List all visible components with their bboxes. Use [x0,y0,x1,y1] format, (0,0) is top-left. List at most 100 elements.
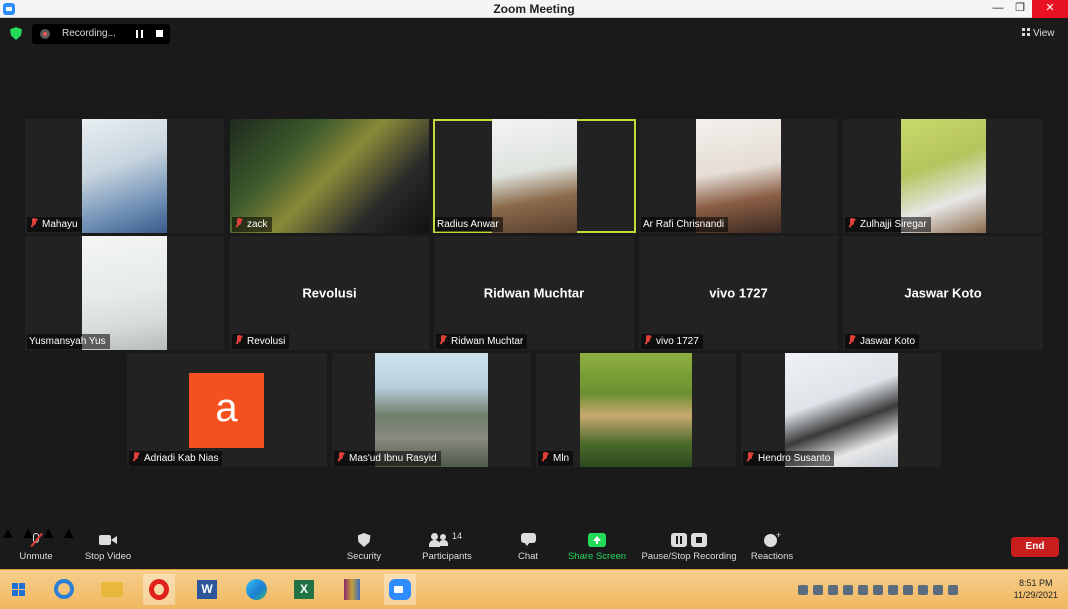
participant-name-tag: Mln [538,451,574,466]
participant-video [696,119,781,233]
participant-video [82,119,167,233]
unmute-label: Unmute [19,551,53,562]
muted-mic-icon [438,335,447,345]
participant-tile[interactable]: Ar Rafi Chrisnandi [639,119,838,233]
participant-tile[interactable]: Hendro Susanto [741,353,941,467]
windows-taskbar: W X 8:51 PM 11/29/2021 [0,569,1068,609]
share-options-chevron-icon[interactable]: ▲ [61,525,77,542]
file-explorer-icon[interactable] [96,574,128,605]
participant-name-tag: Jaswar Koto [845,334,920,349]
muted-mic-icon [234,218,243,228]
smiley-plus-icon: + [764,530,781,547]
participant-video [492,119,577,233]
title-bar: Zoom Meeting — ❐ ✕ [0,0,1068,18]
internet-explorer-icon[interactable] [48,574,80,605]
participant-tile[interactable]: Ridwan Muchtar Ridwan Muchtar [434,236,634,350]
muted-mic-icon [234,335,243,345]
participant-name-tag: vivo 1727 [641,334,703,349]
chat-button[interactable]: Chat [508,525,548,569]
view-label: View [1033,28,1055,39]
participant-name-tag: Revolusi [232,334,290,349]
participant-tile[interactable]: a Adriadi Kab Nias [127,353,327,467]
participant-tile[interactable]: Mln [536,353,736,467]
reactions-button[interactable]: + Reactions [748,525,796,569]
muted-mic-icon [847,218,856,228]
participants-button[interactable]: 14 Participants [418,525,476,569]
participant-name-tag: Mahayu [27,217,82,232]
security-shield-icon[interactable] [10,27,22,40]
participant-display-name: vivo 1727 [709,285,768,301]
winrar-icon[interactable] [336,574,368,605]
participants-label: Participants [422,551,472,562]
participant-name-tag: Hendro Susanto [743,451,835,466]
participant-tile[interactable]: Revolusi Revolusi [230,236,429,350]
muted-mic-icon [131,452,140,462]
opera-icon[interactable] [143,574,175,605]
pause-stop-recording-label: Pause/Stop Recording [641,551,737,562]
participant-video [375,353,488,467]
shield-icon [357,533,371,547]
window-title: Zoom Meeting [493,2,575,16]
windows-start-icon[interactable] [3,574,35,605]
muted-mic-icon [643,335,652,345]
participant-name-tag: Adriadi Kab Nias [129,451,223,466]
participant-tile[interactable]: Mas'ud Ibnu Rasyid [332,353,531,467]
participant-name-tag: Mas'ud Ibnu Rasyid [334,451,441,466]
participant-video [230,119,429,233]
edge-icon[interactable] [240,574,272,605]
share-screen-icon [588,533,606,547]
zoom-icon[interactable] [384,574,416,605]
participant-tile[interactable]: Mahayu [25,119,224,233]
participant-tile[interactable]: vivo 1727 vivo 1727 [639,236,838,350]
end-meeting-button[interactable]: End [1011,537,1059,557]
excel-icon[interactable]: X [288,574,320,605]
participant-tile[interactable]: zack [230,119,429,233]
share-screen-button[interactable]: Share Screen [566,525,628,569]
participant-video [82,236,167,350]
participant-tile[interactable]: Zulhajji Siregar [843,119,1043,233]
muted-mic-icon [847,335,856,345]
participant-display-name: Ridwan Muchtar [483,285,585,301]
chat-label: Chat [517,551,539,562]
stop-recording-icon[interactable] [156,30,163,37]
muted-mic-icon [29,218,38,228]
participant-display-name: Jaswar Koto [904,285,982,301]
stop-video-label: Stop Video [84,551,132,562]
security-button[interactable]: Security [340,525,388,569]
participant-name-tag: Zulhajji Siregar [845,217,931,232]
participant-tile[interactable]: Yusmansyah Yus [25,236,224,350]
participant-name-tag: Ridwan Muchtar [436,334,528,349]
pause-stop-recording-icon [671,533,707,547]
stop-video-button[interactable]: Stop Video [80,525,136,569]
pause-recording-icon[interactable] [136,30,143,38]
participant-name-tag: zack [232,217,272,232]
unmute-button[interactable]: Unmute [10,525,62,569]
participant-avatar: a [189,373,264,448]
grid-icon [1022,28,1030,36]
participants-icon: 14 [429,531,465,547]
participant-tile[interactable]: Jaswar Koto Jaswar Koto [843,236,1043,350]
participant-name-tag: Radius Anwar [435,217,503,232]
close-icon[interactable]: ✕ [1032,0,1068,18]
muted-mic-icon [745,452,754,462]
system-clock[interactable]: 8:51 PM 11/29/2021 [1014,577,1058,601]
muted-mic-icon [336,452,345,462]
pause-stop-recording-button[interactable]: Pause/Stop Recording [640,525,738,569]
security-label: Security [346,551,382,562]
participants-count: 14 [452,531,463,541]
reactions-label: Reactions [750,551,794,562]
view-button[interactable]: View [1018,25,1060,43]
video-camera-icon [99,533,117,547]
system-tray-icons[interactable] [798,582,963,596]
restore-icon[interactable]: ❐ [1007,0,1033,18]
muted-mic-icon [29,532,43,547]
participant-tile-active-speaker[interactable]: Radius Anwar [433,119,636,233]
share-screen-label: Share Screen [567,551,627,562]
muted-mic-icon [540,452,549,462]
chat-bubble-icon [520,533,536,547]
clock-time: 8:51 PM [1019,578,1053,588]
word-icon[interactable]: W [191,574,223,605]
participant-name-tag: Ar Rafi Chrisnandi [641,217,729,232]
participant-video [901,119,986,233]
participant-display-name: Revolusi [302,285,357,301]
